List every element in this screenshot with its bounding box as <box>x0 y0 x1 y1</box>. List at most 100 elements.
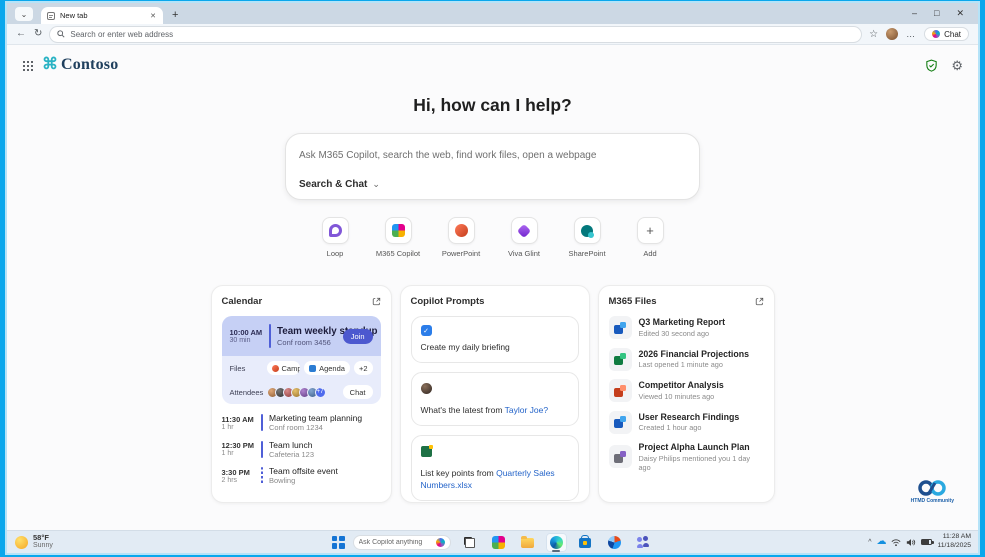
wifi-icon[interactable] <box>891 538 901 547</box>
event-color-bar <box>268 324 271 348</box>
system-tray: ^ ☁ 11:28 AM 11/18/2025 <box>868 531 971 553</box>
favorites-star-icon[interactable]: ☆ <box>869 29 878 40</box>
chevron-up-icon[interactable]: ^ <box>868 539 871 546</box>
close-window-button[interactable]: ✕ <box>956 8 964 19</box>
app-loop[interactable]: Loop <box>312 217 358 258</box>
excel-file-icon <box>614 353 626 365</box>
file-chip-campaign[interactable]: Campaign <box>266 361 301 375</box>
app-viva-glint[interactable]: Viva Glint <box>501 217 547 258</box>
tab-search-button[interactable]: ⌄ <box>15 7 33 21</box>
open-in-new-icon[interactable] <box>755 297 764 306</box>
event-time: 12:30 PM 1 hr <box>221 441 255 457</box>
teams-button[interactable] <box>633 533 654 552</box>
minimize-button[interactable]: – <box>912 8 917 19</box>
task-check-icon: ✓ <box>420 325 432 336</box>
app-add[interactable]: + Add <box>627 217 673 258</box>
browser-tab-new-tab[interactable]: New tab ✕ <box>41 7 163 24</box>
header-actions: ⚙ <box>925 59 963 72</box>
gear-icon[interactable]: ⚙ <box>951 59 963 72</box>
word-file-icon <box>614 416 626 428</box>
attendees-label: Attendees <box>229 387 264 397</box>
file-explorer-button[interactable] <box>517 533 538 552</box>
app-label: Add <box>643 249 657 258</box>
copilot-search-input[interactable] <box>299 150 686 161</box>
file-icon-tile <box>608 316 632 339</box>
copilot-search-box[interactable]: Search & Chat ⌄ <box>285 133 700 200</box>
powerpoint-file-icon <box>271 364 279 372</box>
prompts-title: Copilot Prompts <box>410 296 485 307</box>
event-time: 3:30 PM 2 hrs <box>221 467 250 484</box>
join-button[interactable]: Join <box>342 328 373 344</box>
refresh-button[interactable]: ↻ <box>34 29 42 39</box>
app-sharepoint[interactable]: SharePoint <box>564 217 610 258</box>
store-button[interactable] <box>575 533 596 552</box>
tab-title: New tab <box>60 11 88 20</box>
copilot-icon <box>435 537 445 547</box>
edge-button-active[interactable] <box>545 532 567 552</box>
tab-close-icon[interactable]: ✕ <box>149 12 157 20</box>
shield-check-icon[interactable] <box>925 59 938 72</box>
prompt-daily-briefing[interactable]: ✓ Create my daily briefing <box>410 316 579 363</box>
file-icon-tile <box>608 379 632 402</box>
powerpoint-file-icon <box>614 384 626 397</box>
event-info: Marketing team planning Conf room 1234 <box>269 413 363 432</box>
file-row[interactable]: Project Alpha Launch Plan Daisy Philips m… <box>608 442 764 472</box>
file-row[interactable]: 2026 Financial Projections Last opened 1 … <box>608 347 764 371</box>
new-tab-page: ⌘ Contoso ⚙ Hi, how can I help? Search &… <box>7 45 978 530</box>
calendar-event-row[interactable]: 11:30 AM 1 hr Marketing team planning Conf… <box>222 413 381 432</box>
onedrive-cloud-icon[interactable]: ☁ <box>876 537 886 547</box>
meeting-chat-button[interactable]: Chat <box>342 385 373 399</box>
battery-icon[interactable] <box>921 539 934 545</box>
clock-date: 11/18/2025 <box>937 542 971 549</box>
search-mode-selector[interactable]: Search & Chat ⌄ <box>299 179 686 190</box>
add-icon: + <box>646 223 654 238</box>
clock[interactable]: 11:28 AM 11/18/2025 <box>937 533 971 551</box>
edge-chat-button[interactable]: Chat <box>924 27 969 41</box>
prompt-text: Create my daily briefing <box>420 342 510 352</box>
meeting-summary[interactable]: 10:00 AM 30 min Team weekly standup Conf… <box>221 316 381 356</box>
weather-widget[interactable]: 58°F Sunny <box>15 531 53 553</box>
search-mode-label: Search & Chat <box>299 179 368 190</box>
word-file-icon <box>309 364 317 372</box>
profile-avatar[interactable] <box>886 28 899 40</box>
more-files-chip[interactable]: +2 <box>353 361 373 375</box>
new-tab-button[interactable]: + <box>172 10 178 21</box>
address-bar[interactable] <box>50 26 862 42</box>
event-color-bar <box>260 414 263 431</box>
app-m365-copilot[interactable]: M365 Copilot <box>375 217 421 258</box>
photos-icon <box>607 535 621 549</box>
start-button[interactable] <box>331 535 345 549</box>
file-row[interactable]: Q3 Marketing Report Edited 30 second ago <box>608 316 764 339</box>
photos-button[interactable] <box>604 533 625 552</box>
chat-label: Chat <box>944 29 961 39</box>
calendar-event-row[interactable]: 3:30 PM 2 hrs Team offsite event Bowling <box>222 466 381 485</box>
prompt-link[interactable]: Taylor Joe? <box>505 405 548 415</box>
app-launcher-icon[interactable] <box>22 59 33 71</box>
more-menu-icon[interactable]: … <box>906 29 916 39</box>
app-powerpoint[interactable]: PowerPoint <box>438 217 484 258</box>
people-icon <box>636 536 650 548</box>
m365-copilot-taskbar-button[interactable] <box>488 533 509 552</box>
file-row[interactable]: User Research Findings Created 1 hour ago <box>608 410 764 434</box>
event-color-bar <box>260 440 263 458</box>
app-label: M365 Copilot <box>375 249 421 258</box>
calendar-event-row[interactable]: 12:30 PM 1 hr Team lunch Cafeteria 123 <box>222 440 381 459</box>
file-row[interactable]: Competitor Analysis Viewed 10 minutes ago <box>608 379 764 402</box>
volume-icon[interactable] <box>906 538 916 547</box>
address-input[interactable] <box>70 29 855 39</box>
toolbar-right: ☆ … Chat <box>869 27 969 41</box>
file-info: Q3 Marketing Report Edited 30 second ago <box>638 317 726 338</box>
app-tile <box>573 217 601 244</box>
app-tile: + <box>636 217 664 244</box>
open-in-new-icon[interactable] <box>372 297 381 306</box>
back-button[interactable]: ← <box>16 29 26 39</box>
task-view-button[interactable] <box>459 533 480 552</box>
prompt-latest-from-person[interactable]: What's the latest from Taylor Joe? <box>410 371 579 426</box>
maximize-button[interactable]: □ <box>934 8 939 19</box>
prompt-key-points-file[interactable]: List key points from Quarterly Sales Num… <box>410 434 579 501</box>
file-chip-agenda[interactable]: Agenda <box>304 361 350 375</box>
more-attendees-badge[interactable]: +7 <box>314 386 326 398</box>
taskbar-search-input[interactable] <box>358 538 432 546</box>
window-controls: – □ ✕ <box>912 8 972 24</box>
taskbar-search[interactable] <box>352 534 451 550</box>
